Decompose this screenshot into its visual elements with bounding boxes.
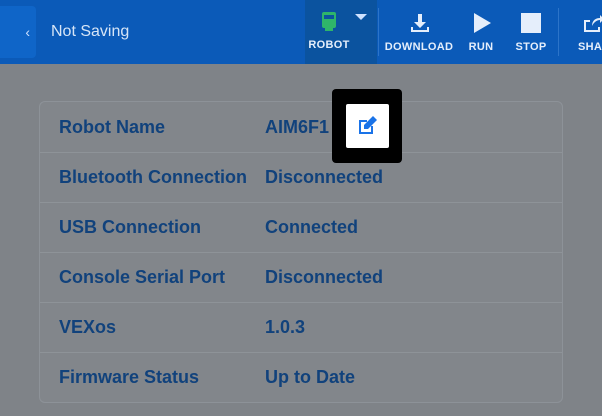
- info-row-firmware: Firmware Status Up to Date: [40, 352, 562, 402]
- run-label: RUN: [468, 41, 494, 53]
- edit-icon: [359, 116, 377, 134]
- share-icon: [584, 15, 602, 32]
- top-toolbar: ‹ Not Saving ROBOT DOWNLOAD RUN STOP SHA: [0, 0, 602, 64]
- robot-icon: [322, 12, 336, 31]
- menu-button[interactable]: ‹: [0, 6, 36, 58]
- console-serial-label: Console Serial Port: [59, 267, 226, 287]
- info-row-robot-name: Robot Name AIM6F1: [40, 102, 562, 153]
- robot-button[interactable]: ROBOT: [305, 0, 377, 64]
- robot-label: ROBOT: [308, 39, 350, 51]
- run-button[interactable]: RUN: [462, 0, 500, 64]
- play-icon: [474, 13, 491, 33]
- usb-label: USB Connection: [59, 217, 201, 237]
- stop-button[interactable]: STOP: [511, 0, 551, 64]
- stop-label: STOP: [515, 41, 547, 53]
- project-name[interactable]: Not Saving: [51, 23, 129, 41]
- share-button[interactable]: SHA: [568, 0, 602, 64]
- firmware-value: Up to Date: [265, 367, 355, 387]
- robot-info-table: Robot Name AIM6F1 Bluetooth Connection D…: [39, 101, 563, 403]
- robot-name-value: AIM6F1: [265, 117, 330, 137]
- chevron-down-icon: [355, 14, 367, 20]
- share-label: SHA: [578, 41, 602, 53]
- download-icon: [411, 14, 429, 32]
- chevron-left-icon: ‹: [25, 24, 30, 40]
- edit-robot-name-button[interactable]: [346, 104, 389, 148]
- stop-icon: [521, 13, 541, 33]
- info-row-bluetooth: Bluetooth Connection Disconnected: [40, 152, 562, 203]
- firmware-label: Firmware Status: [59, 367, 200, 387]
- vexos-value: 1.0.3: [265, 317, 306, 337]
- console-serial-value: Disconnected: [265, 267, 384, 287]
- toolbar-divider: [378, 8, 379, 56]
- robot-name-label: Robot Name: [59, 117, 166, 137]
- info-row-usb: USB Connection Connected: [40, 202, 562, 253]
- info-row-vexos: VEXos 1.0.3: [40, 302, 562, 353]
- usb-value: Connected: [265, 217, 359, 237]
- download-label: DOWNLOAD: [384, 41, 454, 53]
- bluetooth-value: Disconnected: [265, 167, 384, 187]
- vexos-label: VEXos: [59, 317, 117, 337]
- download-button[interactable]: DOWNLOAD: [382, 0, 456, 64]
- bluetooth-label: Bluetooth Connection: [59, 167, 247, 187]
- info-row-console-serial: Console Serial Port Disconnected: [40, 252, 562, 303]
- toolbar-divider: [558, 8, 559, 56]
